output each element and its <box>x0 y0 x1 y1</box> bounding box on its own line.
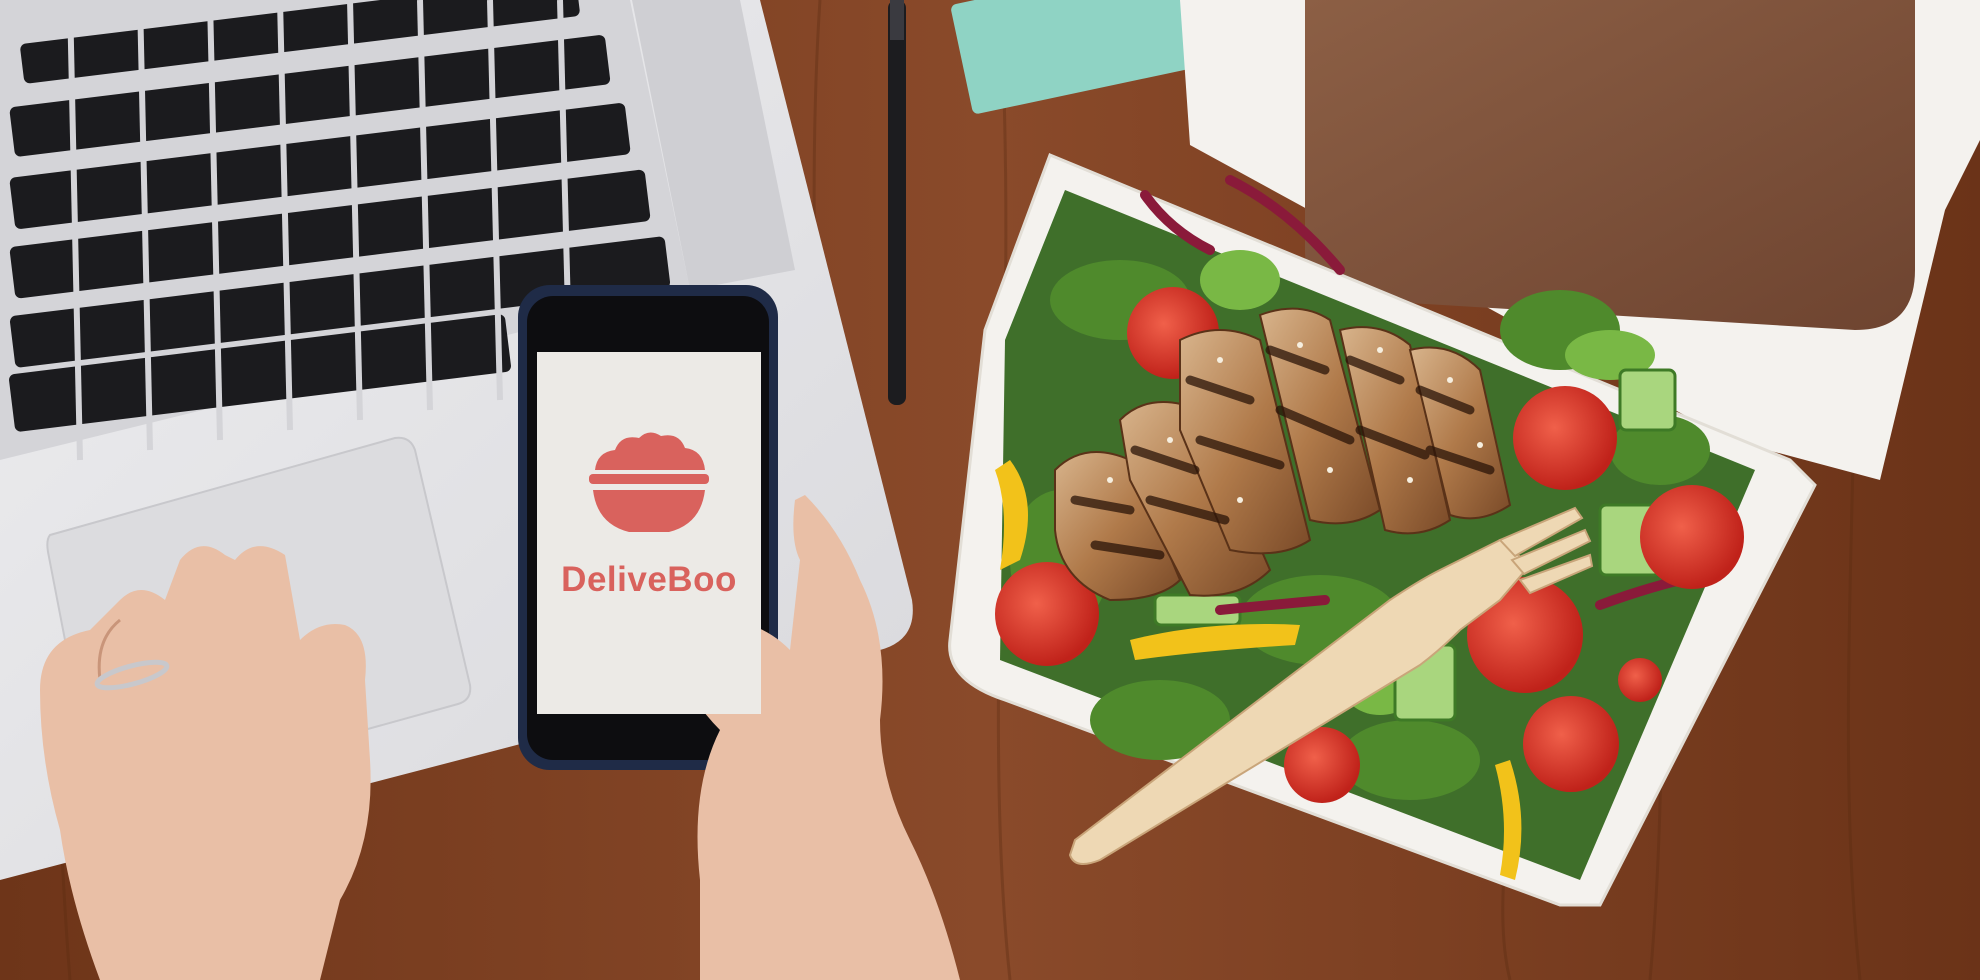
app-brand-name: DeliveBoo <box>561 560 737 599</box>
app-splash-screen: DeliveBoo <box>537 352 761 714</box>
desk-photo <box>0 0 1980 980</box>
photo-scene: DeliveBoo <box>0 0 1980 980</box>
pen <box>888 0 906 405</box>
food-bowl-icon <box>589 432 709 532</box>
